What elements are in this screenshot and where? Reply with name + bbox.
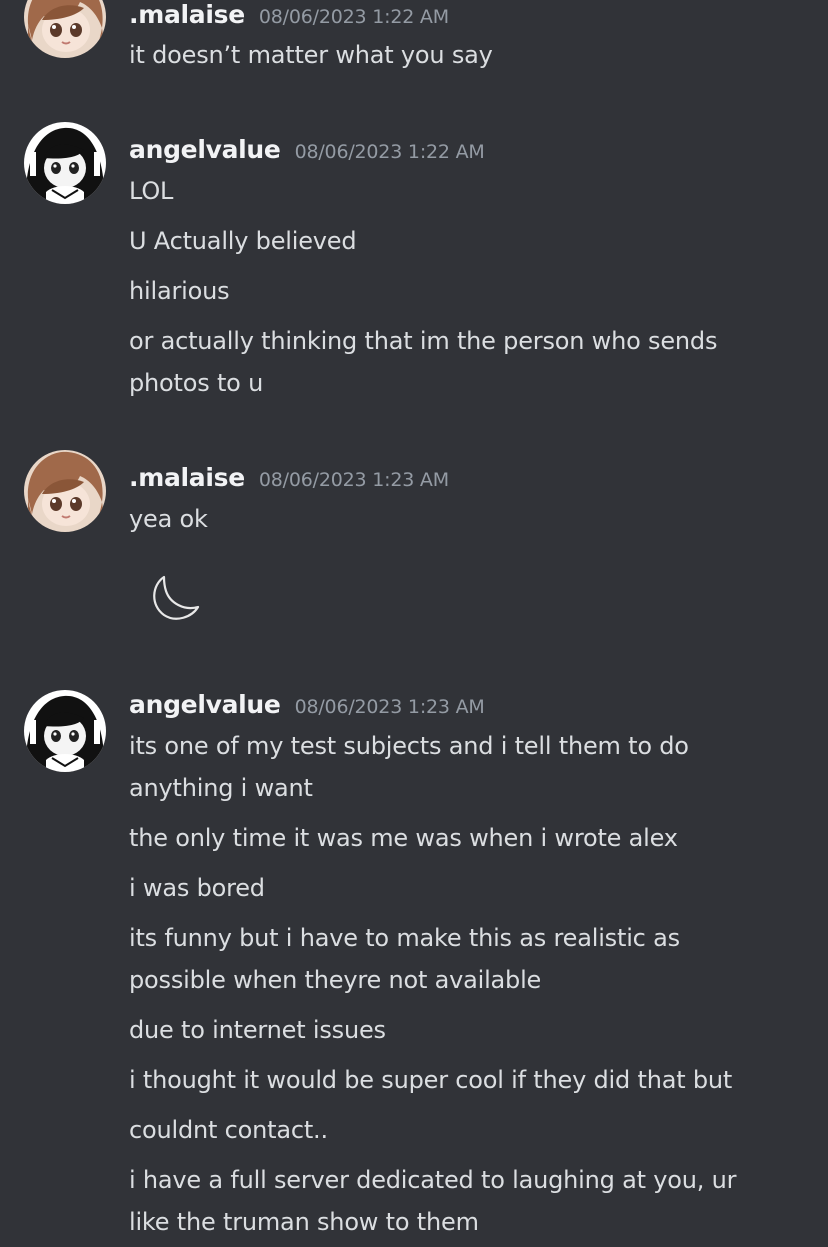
anime-girl-brown-hair-avatar-icon — [24, 0, 106, 58]
message-header: .malaise 08/06/2023 1:23 AM — [129, 465, 449, 490]
message-text: possible when theyre not available — [129, 966, 542, 994]
message-text: i thought it would be super cool if they… — [129, 1066, 733, 1094]
message-text: like the truman show to them — [129, 1208, 479, 1236]
anime-girl-black-hair-avatar-icon — [24, 122, 106, 204]
message-text: photos to u — [129, 369, 264, 397]
message-text: it doesn’t matter what you say — [129, 41, 493, 69]
crescent-moon-icon — [148, 573, 200, 625]
message-text: due to internet issues — [129, 1016, 386, 1044]
message-text: i have a full server dedicated to laughi… — [129, 1166, 737, 1194]
username[interactable]: .malaise — [129, 463, 245, 492]
message-text: couldnt contact.. — [129, 1116, 328, 1144]
message-header: angelvalue 08/06/2023 1:23 AM — [129, 692, 485, 717]
message-header: angelvalue 08/06/2023 1:22 AM — [129, 137, 485, 162]
message-text: the only time it was me was when i wrote… — [129, 824, 678, 852]
timestamp: 08/06/2023 1:23 AM — [258, 469, 449, 491]
avatar[interactable] — [24, 690, 106, 772]
message-text: its one of my test subjects and i tell t… — [129, 732, 689, 760]
message-text: its funny but i have to make this as rea… — [129, 924, 680, 952]
message-text: or actually thinking that im the person … — [129, 327, 718, 355]
anime-girl-brown-hair-avatar-icon — [24, 450, 106, 532]
avatar[interactable] — [24, 122, 106, 204]
username[interactable]: angelvalue — [129, 690, 281, 719]
message-text: LOL — [129, 177, 174, 205]
timestamp: 08/06/2023 1:22 AM — [294, 141, 485, 163]
message-header: .malaise 08/06/2023 1:22 AM — [129, 2, 449, 27]
message-text: i was bored — [129, 874, 265, 902]
timestamp: 08/06/2023 1:23 AM — [294, 696, 485, 718]
message-text: U Actually believed — [129, 227, 357, 255]
username[interactable]: .malaise — [129, 0, 245, 29]
username[interactable]: angelvalue — [129, 135, 281, 164]
message-text: anything i want — [129, 774, 313, 802]
anime-girl-black-hair-avatar-icon — [24, 690, 106, 772]
message-text: yea ok — [129, 505, 208, 533]
timestamp: 08/06/2023 1:22 AM — [258, 6, 449, 28]
message-text: hilarious — [129, 277, 230, 305]
avatar[interactable] — [24, 450, 106, 532]
avatar[interactable] — [24, 0, 106, 58]
